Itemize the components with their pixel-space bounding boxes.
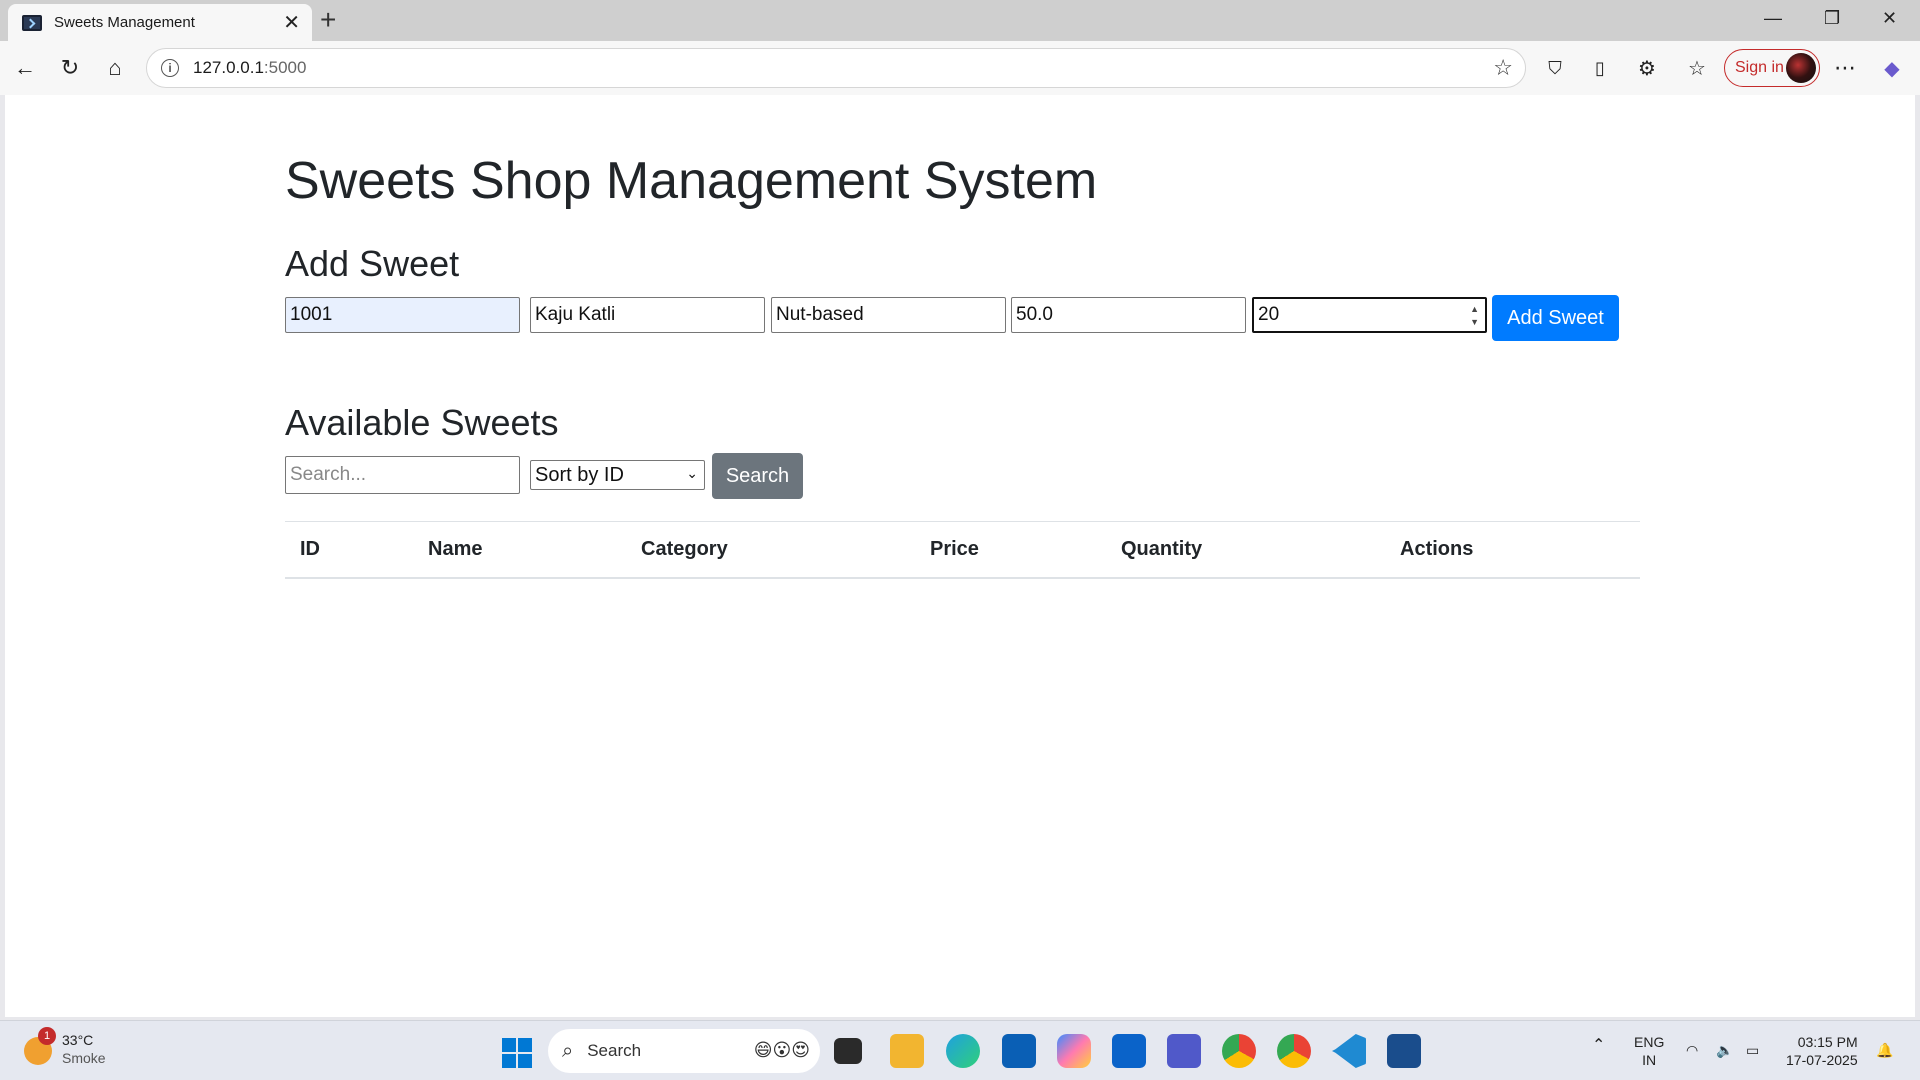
shield-icon[interactable]: ⛉ (1540, 53, 1570, 83)
search-input[interactable]: Search... (285, 456, 520, 494)
quantity-input[interactable]: 20 ▲ ▼ (1252, 297, 1487, 333)
weather-icon: 1 (24, 1027, 56, 1065)
name-input[interactable]: Kaju Katli (530, 297, 765, 333)
task-view-icon[interactable] (834, 1038, 862, 1064)
add-sweet-heading: Add Sweet (285, 243, 460, 284)
url-text: 127.0.0.1:5000 (193, 58, 307, 77)
windows-taskbar: 1 33°C Smoke ⌕ Search 😄😮😍 ⌃ ENG IN ◠ 🔈 ▭… (0, 1020, 1920, 1080)
quantity-stepper[interactable]: ▲ ▼ (1470, 303, 1479, 329)
new-tab-button[interactable]: + (320, 6, 336, 34)
copilot-app-icon[interactable] (1057, 1034, 1091, 1068)
col-header-price[interactable]: Price (930, 538, 979, 561)
sort-select[interactable]: Sort by ID ⌄ (530, 460, 705, 490)
col-header-id[interactable]: ID (300, 538, 320, 561)
chevron-down-icon: ⌄ (686, 465, 698, 481)
price-input[interactable]: 50.0 (1011, 297, 1246, 333)
battery-icon[interactable]: ▭ (1746, 1041, 1759, 1059)
search-button[interactable]: Search (712, 453, 803, 499)
file-explorer-icon[interactable] (890, 1034, 924, 1068)
store-icon[interactable] (1002, 1034, 1036, 1068)
col-header-quantity[interactable]: Quantity (1121, 538, 1202, 561)
id-input[interactable]: 1001 (285, 297, 520, 333)
weather-temp: 33°C (62, 1032, 94, 1048)
category-input[interactable]: Nut-based (771, 297, 1006, 333)
tab-title: Sweets Management (54, 14, 195, 31)
browser-titlebar: Sweets Management ✕ + — ❐ ✕ (0, 0, 1920, 41)
copilot-icon[interactable]: ◆ (1877, 53, 1907, 83)
quantity-value: 20 (1258, 304, 1280, 325)
col-header-category[interactable]: Category (641, 538, 728, 561)
wifi-icon[interactable]: ◠ (1686, 1041, 1698, 1059)
extensions-icon[interactable]: ⚙ (1632, 53, 1662, 83)
back-arrow-icon[interactable]: ← (10, 53, 40, 83)
browser-tab[interactable]: Sweets Management ✕ (8, 4, 312, 41)
search-icon: ⌕ (562, 1039, 574, 1062)
emoji-icon: 😄😮😍 (753, 1040, 810, 1060)
tab-close-icon[interactable]: ✕ (283, 10, 300, 35)
volume-icon[interactable]: 🔈 (1716, 1041, 1733, 1059)
refresh-icon[interactable]: ↻ (55, 53, 85, 83)
minimize-button[interactable]: — (1764, 8, 1782, 29)
more-menu-icon[interactable]: ⋯ (1830, 53, 1860, 83)
taskbar-search[interactable]: ⌕ Search 😄😮😍 (548, 1029, 820, 1073)
site-info-icon[interactable]: i (161, 59, 179, 77)
web-page: Sweets Shop Management System Add Sweet … (5, 95, 1915, 1017)
sign-in-label: Sign in (1735, 59, 1784, 76)
sort-selected-label: Sort by ID (535, 463, 624, 486)
home-icon[interactable]: ⌂ (100, 53, 130, 83)
weather-badge: 1 (38, 1027, 56, 1045)
outlook-icon[interactable] (1112, 1034, 1146, 1068)
col-header-name[interactable]: Name (428, 538, 482, 561)
favorites-icon[interactable]: ☆ (1682, 53, 1712, 83)
taskbar-search-label: Search (587, 1041, 642, 1060)
start-button[interactable] (502, 1038, 532, 1068)
vscode-icon[interactable] (1332, 1034, 1366, 1068)
browser-toolbar: ← ↻ ⌂ i 127.0.0.1:5000 ☆ ⛉ ▯ ⚙ ☆ Sign in… (0, 41, 1920, 95)
chrome-profile-icon[interactable] (1277, 1034, 1311, 1068)
terminal-favicon-icon (22, 14, 42, 31)
terminal-app-icon[interactable] (1387, 1034, 1421, 1068)
chrome-icon[interactable] (1222, 1034, 1256, 1068)
page-title: Sweets Shop Management System (285, 152, 1098, 210)
col-header-actions[interactable]: Actions (1400, 538, 1473, 561)
add-sweet-button[interactable]: Add Sweet (1492, 295, 1619, 341)
available-sweets-heading: Available Sweets (285, 402, 559, 443)
phone-icon[interactable]: ▯ (1585, 53, 1615, 83)
close-window-button[interactable]: ✕ (1882, 8, 1897, 29)
weather-widget[interactable]: 1 33°C Smoke (24, 1027, 106, 1067)
favorite-star-icon[interactable]: ☆ (1493, 55, 1513, 81)
tray-chevron-icon[interactable]: ⌃ (1592, 1037, 1605, 1055)
clock[interactable]: 03:15 PM 17-07-2025 (1786, 1033, 1858, 1069)
avatar (1786, 53, 1816, 83)
edge-icon[interactable] (946, 1034, 980, 1068)
restore-button[interactable]: ❐ (1824, 8, 1840, 29)
sweets-table: ID Name Category Price Quantity Actions (285, 521, 1640, 579)
notifications-icon[interactable]: 🔔 (1876, 1041, 1893, 1059)
address-bar[interactable]: i 127.0.0.1:5000 ☆ (146, 48, 1526, 88)
sign-in-button[interactable]: Sign in (1724, 49, 1820, 87)
language-indicator[interactable]: ENG IN (1634, 1033, 1664, 1069)
teams-icon[interactable] (1167, 1034, 1201, 1068)
weather-desc: Smoke (62, 1050, 106, 1066)
